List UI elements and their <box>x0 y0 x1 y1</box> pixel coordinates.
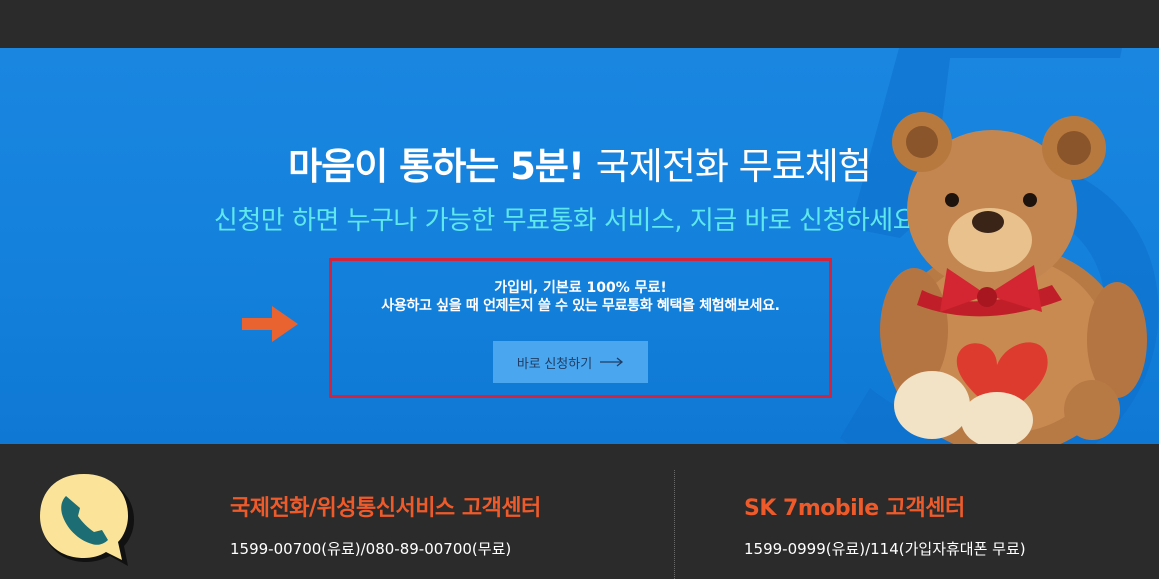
hero-banner: 마음이 통하는 5분! 국제전화 무료체험 신청만 하면 누구나 가능한 무료통… <box>0 48 1159 444</box>
top-bar <box>0 0 1159 48</box>
hero-title-bold: 마음이 통하는 5분! <box>288 145 585 188</box>
mobile-cs-title: SK 7mobile 고객센터 <box>744 496 965 521</box>
apply-now-label: 바로 신청하기 <box>516 355 593 371</box>
intl-cs-title: 국제전화/위성통신서비스 고객센터 <box>230 496 541 521</box>
mobile-cs-phone: 1599-0999(유료)/114(가입자휴대폰 무료) <box>744 540 1026 558</box>
promo-benefit-text: 사용하고 싶을 때 언제든지 쓸 수 있는 무료통화 혜택을 체험해보세요. <box>381 298 780 314</box>
promo-free-fee-text: 가입비, 기본료 100% 무료! <box>494 280 667 296</box>
arrow-right-icon <box>242 306 298 342</box>
promo-highlight-box: 가입비, 기본료 100% 무료! 사용하고 싶을 때 언제든지 쓸 수 있는 … <box>329 258 832 398</box>
long-arrow-right-icon <box>600 357 624 367</box>
apply-now-button[interactable]: 바로 신청하기 <box>493 341 648 383</box>
customer-service-footer: 국제전화/위성통신서비스 고객센터 1599-00700(유료)/080-89-… <box>0 444 1159 579</box>
hero-title-light: 국제전화 무료체험 <box>595 145 872 188</box>
teddy-bear-illustration <box>880 112 1147 444</box>
phone-bubble-icon <box>40 474 134 566</box>
footer-divider <box>674 470 675 579</box>
intl-cs-phone: 1599-00700(유료)/080-89-00700(무료) <box>230 540 512 558</box>
